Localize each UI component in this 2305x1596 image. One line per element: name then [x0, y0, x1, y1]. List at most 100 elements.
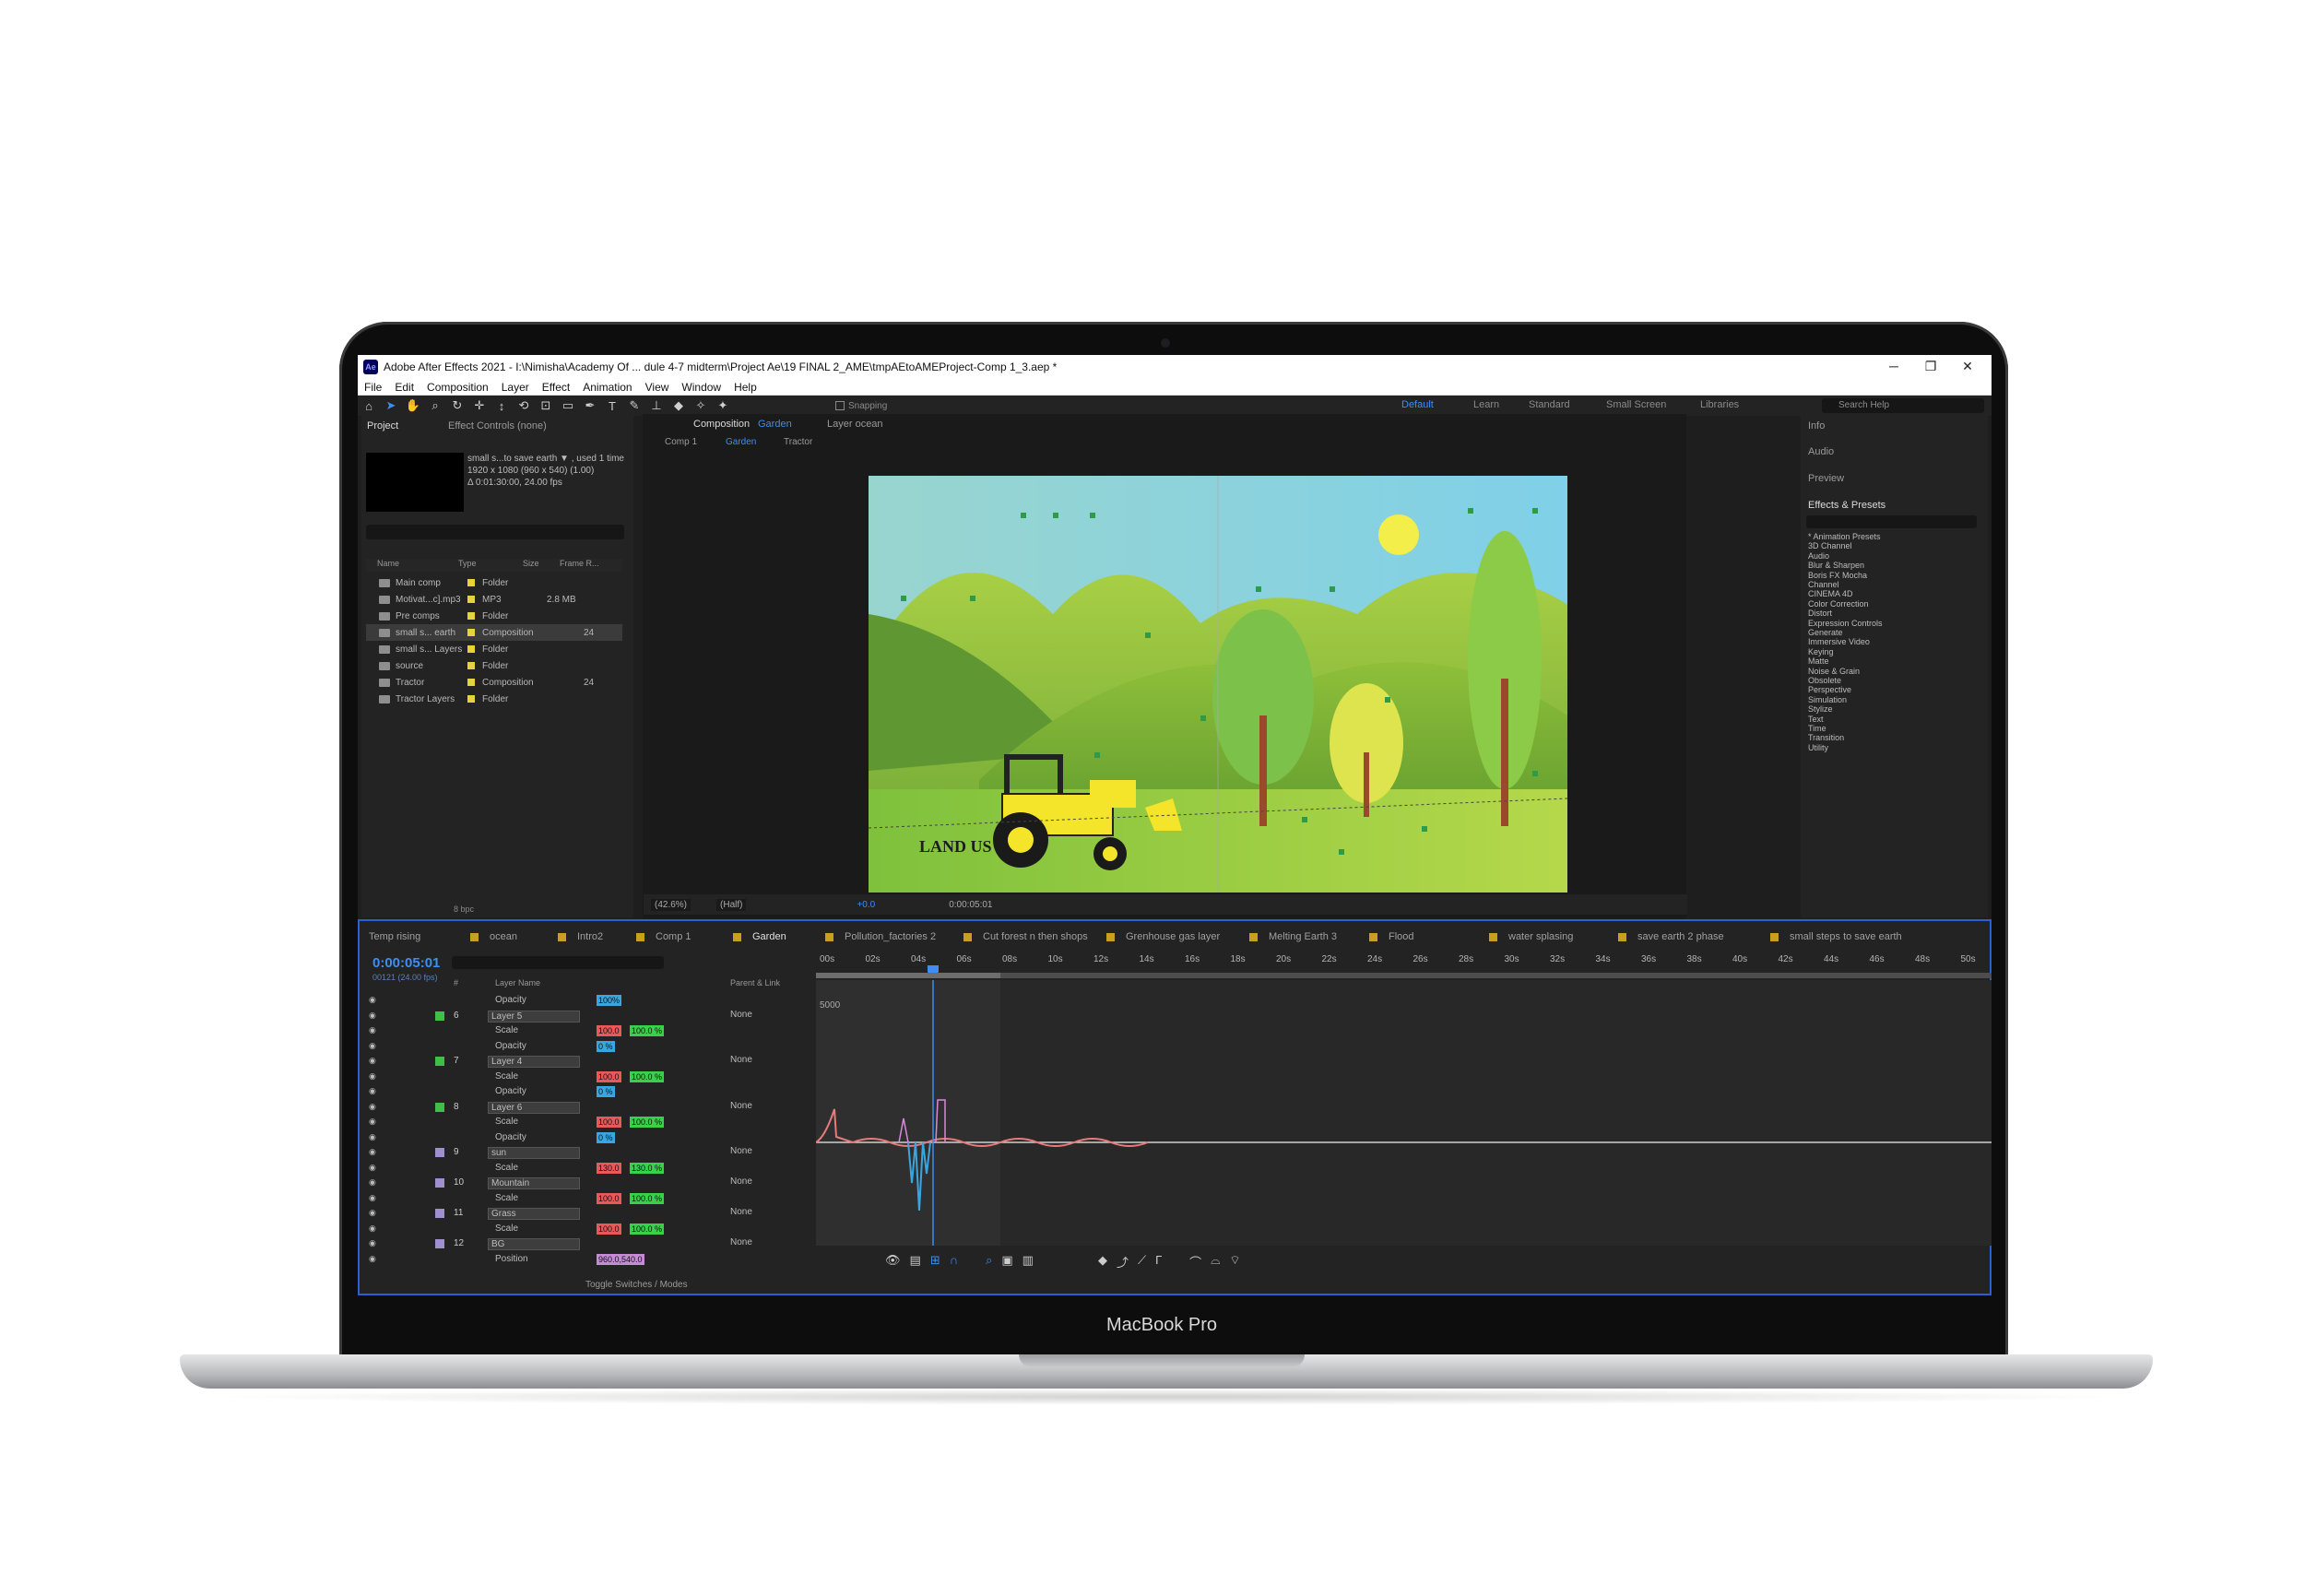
effect-category[interactable]: CINEMA 4D: [1808, 589, 1853, 598]
breadcrumb-comp1[interactable]: Comp 1: [665, 437, 697, 447]
property-row[interactable]: ◉ Opacity 0 %: [361, 1039, 813, 1055]
dolly-tool-icon[interactable]: ↕: [493, 397, 510, 414]
label-color-chip[interactable]: [467, 596, 475, 603]
timeline-tab[interactable]: Cut forest n then shops: [963, 931, 1088, 942]
visibility-eye-icon[interactable]: ◉: [369, 1132, 376, 1142]
puppet-tool-icon[interactable]: ✦: [715, 397, 731, 414]
property-row[interactable]: ◉ Opacity 0 %: [361, 1084, 813, 1100]
timeline-tab[interactable]: Flood: [1369, 931, 1414, 942]
timeline-tab[interactable]: Intro2: [558, 931, 603, 942]
parent-dropdown[interactable]: None: [730, 1101, 752, 1111]
project-item[interactable]: Pre comps Folder: [366, 608, 622, 624]
project-item[interactable]: Tractor Layers Folder: [366, 691, 622, 707]
property-row[interactable]: ◉ Opacity 100%: [361, 993, 813, 1009]
col-frame-rate[interactable]: Frame R...: [560, 559, 606, 572]
visibility-eye-icon[interactable]: ◉: [369, 1163, 376, 1173]
property-value[interactable]: 100.0 %: [630, 1117, 665, 1128]
effect-category[interactable]: Audio: [1808, 551, 1829, 561]
effect-category[interactable]: 3D Channel: [1808, 541, 1852, 550]
effect-category[interactable]: Keying: [1808, 647, 1834, 656]
menu-edit[interactable]: Edit: [388, 381, 420, 394]
eraser-tool-icon[interactable]: ◆: [670, 397, 687, 414]
layer-label-chip[interactable]: [435, 1057, 444, 1066]
label-color-chip[interactable]: [467, 579, 475, 586]
selection-tool-icon[interactable]: ➤: [383, 397, 399, 414]
effect-category[interactable]: Obsolete: [1808, 676, 1841, 685]
visibility-eye-icon[interactable]: ◉: [369, 1086, 376, 1096]
visibility-eye-icon[interactable]: ◉: [369, 1011, 376, 1021]
visibility-eye-icon[interactable]: ◉: [369, 1056, 376, 1066]
project-item[interactable]: small s... earth Composition 24: [366, 624, 622, 641]
property-value[interactable]: 100%: [597, 995, 622, 1006]
menu-view[interactable]: View: [639, 381, 676, 394]
linear-icon[interactable]: ⟋: [1138, 1253, 1146, 1271]
parent-dropdown[interactable]: None: [730, 1010, 752, 1020]
workspace-standard[interactable]: Standard: [1529, 399, 1570, 410]
property-value[interactable]: 100.0: [597, 1070, 621, 1082]
workspace-small-screen[interactable]: Small Screen: [1606, 399, 1666, 410]
rotate-tool-icon[interactable]: ⟲: [515, 397, 532, 414]
layer-name[interactable]: sun: [488, 1147, 580, 1159]
composition-viewer[interactable]: LAND US: [869, 476, 1567, 893]
hold-icon[interactable]: ⤴: [1117, 1253, 1129, 1271]
layer-label-chip[interactable]: [435, 1209, 444, 1218]
label-color-chip[interactable]: [467, 629, 475, 636]
type-tool-icon[interactable]: T: [604, 397, 621, 414]
property-value[interactable]: 100.0 %: [630, 1025, 665, 1036]
composition-tab-prefix[interactable]: Composition: [693, 419, 750, 430]
easy-ease-icon[interactable]: ⌒: [1189, 1253, 1201, 1271]
visibility-eye-icon[interactable]: ◉: [369, 1224, 376, 1234]
graph-editor[interactable]: 5000: [816, 980, 1992, 1246]
layer-search-input[interactable]: [452, 956, 664, 969]
graph-type-icon[interactable]: ▤: [910, 1253, 921, 1271]
property-row[interactable]: ◉ Opacity 0 %: [361, 1130, 813, 1146]
workspace-learn[interactable]: Learn: [1473, 399, 1499, 410]
property-value[interactable]: 0 %: [597, 1131, 615, 1143]
project-item[interactable]: small s... Layers Folder: [366, 641, 622, 657]
property-row[interactable]: ◉ Scale 100.0 100.0 %: [361, 1023, 813, 1039]
layer-row[interactable]: ◉ 12 BG None: [361, 1236, 813, 1252]
breadcrumb-tractor[interactable]: Tractor: [784, 437, 812, 447]
grid-snap-icon[interactable]: ⊞: [930, 1253, 940, 1271]
visibility-eye-icon[interactable]: ◉: [369, 1117, 376, 1127]
visibility-eye-icon[interactable]: ◉: [369, 1147, 376, 1157]
pan-tool-icon[interactable]: ✛: [471, 397, 488, 414]
ease-in-icon[interactable]: ⌓: [1211, 1253, 1220, 1271]
visibility-eye-icon[interactable]: ◉: [369, 1254, 376, 1264]
bpc-label[interactable]: 8 bpc: [454, 904, 474, 914]
zoom-dropdown[interactable]: (42.6%): [651, 898, 692, 911]
project-item[interactable]: Main comp Folder: [366, 574, 622, 591]
timeline-tab[interactable]: small steps to save earth: [1770, 931, 1902, 942]
layer-name[interactable]: Layer 6: [488, 1101, 580, 1114]
parent-dropdown[interactable]: None: [730, 1237, 752, 1247]
timeline-tab[interactable]: Comp 1: [636, 931, 692, 942]
label-color-chip[interactable]: [467, 612, 475, 620]
timeline-tab[interactable]: Melting Earth 3: [1249, 931, 1337, 942]
layer-label-chip[interactable]: [435, 1178, 444, 1188]
ease-out-icon[interactable]: ⌔: [1229, 1253, 1240, 1271]
exposure-value[interactable]: +0.0: [857, 900, 875, 910]
layer-row[interactable]: ◉ 9 sun None: [361, 1145, 813, 1161]
layer-label-chip[interactable]: [435, 1102, 444, 1112]
visibility-eye-icon[interactable]: ◉: [369, 1238, 376, 1248]
property-value[interactable]: 130.0 %: [630, 1162, 665, 1174]
property-value[interactable]: 960.0,540.0: [597, 1253, 644, 1265]
layer-label-chip[interactable]: [435, 1239, 444, 1248]
property-row[interactable]: ◉ Scale 100.0 100.0 %: [361, 1222, 813, 1237]
menu-file[interactable]: File: [358, 381, 388, 394]
visibility-eye-icon[interactable]: ◉: [369, 1177, 376, 1188]
effect-category[interactable]: Expression Controls: [1808, 619, 1883, 628]
effect-category[interactable]: Channel: [1808, 580, 1839, 589]
menu-animation[interactable]: Animation: [576, 381, 638, 394]
auto-bezier-icon[interactable]: Г: [1155, 1253, 1162, 1271]
layer-name[interactable]: BG: [488, 1238, 580, 1250]
property-value[interactable]: 130.0: [597, 1162, 621, 1174]
timeline-tab[interactable]: ocean: [470, 931, 517, 942]
project-item[interactable]: source Folder: [366, 657, 622, 674]
effect-category[interactable]: Blur & Sharpen: [1808, 561, 1864, 570]
timeline-tab[interactable]: Garden: [733, 931, 786, 942]
visibility-eye-icon[interactable]: ◉: [369, 995, 376, 1005]
visibility-eye-icon[interactable]: ◉: [369, 1193, 376, 1203]
pen-tool-icon[interactable]: ✒: [582, 397, 598, 414]
col-parent[interactable]: Parent & Link: [730, 978, 780, 987]
